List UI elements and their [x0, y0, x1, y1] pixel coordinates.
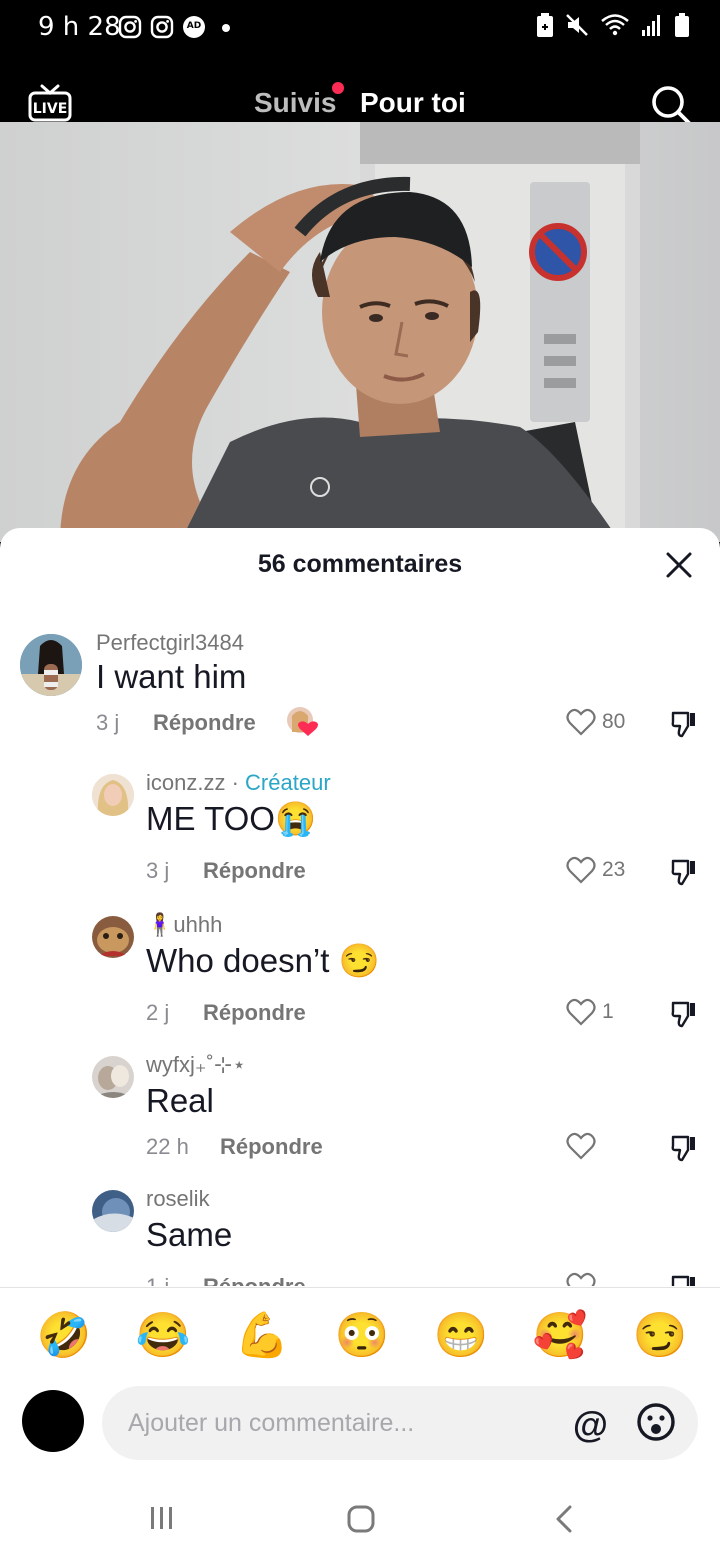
following-notification-dot [332, 82, 344, 94]
like-count: 23 [602, 858, 626, 881]
avatar[interactable] [92, 916, 134, 958]
home-icon[interactable] [346, 1504, 376, 1534]
mention-icon[interactable]: @ [573, 1404, 608, 1446]
avatar-image [20, 634, 82, 696]
search-icon[interactable] [650, 84, 692, 126]
emoji-button[interactable]: 💪 [234, 1308, 290, 1364]
close-icon[interactable] [664, 550, 694, 580]
tab-for-you[interactable]: Pour toi [360, 87, 466, 119]
comment-username[interactable]: iconz.zz · Créateur [146, 770, 331, 796]
comment-username[interactable]: 🧍‍♀️uhhh [146, 912, 222, 938]
creator-liked-badge [287, 707, 318, 736]
comment-age: 1 j [146, 1274, 169, 1286]
video-player[interactable] [0, 122, 720, 542]
reply-button[interactable]: Répondre [203, 858, 306, 884]
tab-following[interactable]: Suivis [254, 87, 336, 119]
reply-button[interactable]: Répondre [203, 1274, 306, 1286]
live-icon[interactable]: LIVE [28, 82, 72, 122]
emoji-picker-icon[interactable] [636, 1402, 676, 1442]
composer-divider [0, 1287, 720, 1288]
heart-icon [566, 998, 596, 1026]
comment-age: 2 j [146, 1000, 170, 1025]
avatar[interactable] [92, 774, 134, 816]
battery-saver-icon [537, 13, 553, 37]
signal-icon [642, 15, 660, 36]
comment-input-placeholder: Ajouter un commentaire... [128, 1409, 415, 1437]
comment-username[interactable]: Perfectgirl3484 [96, 630, 244, 656]
comment-list[interactable]: Perfectgirl3484 I want him 3 j Répondre … [0, 618, 720, 1286]
comment-input[interactable]: Ajouter un commentaire... @ [102, 1386, 698, 1460]
heart-icon [566, 1272, 596, 1286]
comment-text: Who doesn’t 😏 [146, 942, 380, 979]
dislike-icon[interactable] [670, 858, 698, 886]
reply-button[interactable]: Répondre [153, 710, 256, 736]
adblock-icon: AD [183, 16, 205, 38]
avatar[interactable] [92, 1056, 134, 1098]
heart-icon [566, 708, 596, 736]
avatar-image [92, 774, 134, 816]
comment-text: ME TOO😭 [146, 800, 317, 837]
emoji-button[interactable]: 😏 [632, 1308, 688, 1364]
status-bar: 9 h 28 AD [0, 0, 720, 56]
like-count: 80 [602, 710, 626, 733]
status-right-icons [536, 12, 690, 38]
like-button[interactable] [566, 1272, 602, 1286]
instagram-icon [150, 15, 174, 39]
heart-icon [566, 856, 596, 884]
video-frame-image [0, 122, 720, 542]
emoji-button[interactable]: 😂 [135, 1308, 191, 1364]
comments-count-title: 56 commentaires [257, 550, 463, 578]
like-button[interactable]: 23 [566, 856, 625, 884]
instagram-icon [118, 15, 142, 39]
comment-text: Same [146, 1216, 233, 1253]
comment-username[interactable]: roselik [146, 1186, 210, 1212]
dislike-icon[interactable] [670, 710, 698, 738]
dislike-icon[interactable] [670, 1274, 698, 1286]
comments-sheet: 56 commentaires Perfectgirl3484 I want h… [0, 528, 720, 1560]
system-nav-bar [0, 1478, 720, 1560]
status-time: 9 h 28 [38, 12, 121, 42]
comment-text: Real [146, 1082, 214, 1119]
like-button[interactable] [566, 1132, 602, 1160]
avatar[interactable] [92, 1190, 134, 1232]
back-icon[interactable] [552, 1504, 578, 1534]
feed-top-nav: LIVE Suivis Pour toi [0, 56, 720, 140]
comment-username[interactable]: wyfxj₊˚⊹⋆ [146, 1052, 246, 1078]
avatar-image [92, 916, 134, 958]
comment-age: 3 j [96, 710, 120, 735]
dislike-icon[interactable] [670, 1000, 698, 1028]
reply-button[interactable]: Répondre [203, 1000, 306, 1026]
like-button[interactable]: 80 [566, 708, 625, 736]
wifi-icon [601, 14, 629, 36]
avatar-image [92, 1056, 134, 1098]
creator-tag: Créateur [245, 770, 331, 795]
emoji-button[interactable]: 😳 [334, 1308, 390, 1364]
avatar[interactable] [20, 634, 82, 696]
emoji-quick-bar: 🤣 😂 💪 😳 😁 🥰 😏 [0, 1308, 720, 1368]
comment-age: 22 h [146, 1134, 189, 1159]
mute-icon [566, 14, 588, 36]
emoji-button[interactable]: 🤣 [36, 1308, 92, 1364]
heart-icon [566, 1132, 596, 1160]
emoji-button[interactable]: 😁 [433, 1308, 489, 1364]
comment-age: 3 j [146, 858, 170, 883]
battery-icon [675, 13, 689, 37]
dislike-icon[interactable] [670, 1134, 698, 1162]
avatar-image [92, 1190, 134, 1232]
svg-text:LIVE: LIVE [33, 101, 68, 117]
like-button[interactable]: 1 [566, 998, 614, 1026]
recent-apps-icon[interactable] [148, 1504, 176, 1532]
svg-text:AD: AD [187, 21, 201, 31]
notification-dot [222, 24, 230, 32]
comment-text: I want him [96, 658, 247, 695]
emoji-button[interactable]: 🥰 [532, 1308, 588, 1364]
like-count: 1 [602, 1000, 614, 1023]
my-avatar[interactable] [22, 1390, 84, 1452]
reply-button[interactable]: Répondre [220, 1134, 323, 1160]
